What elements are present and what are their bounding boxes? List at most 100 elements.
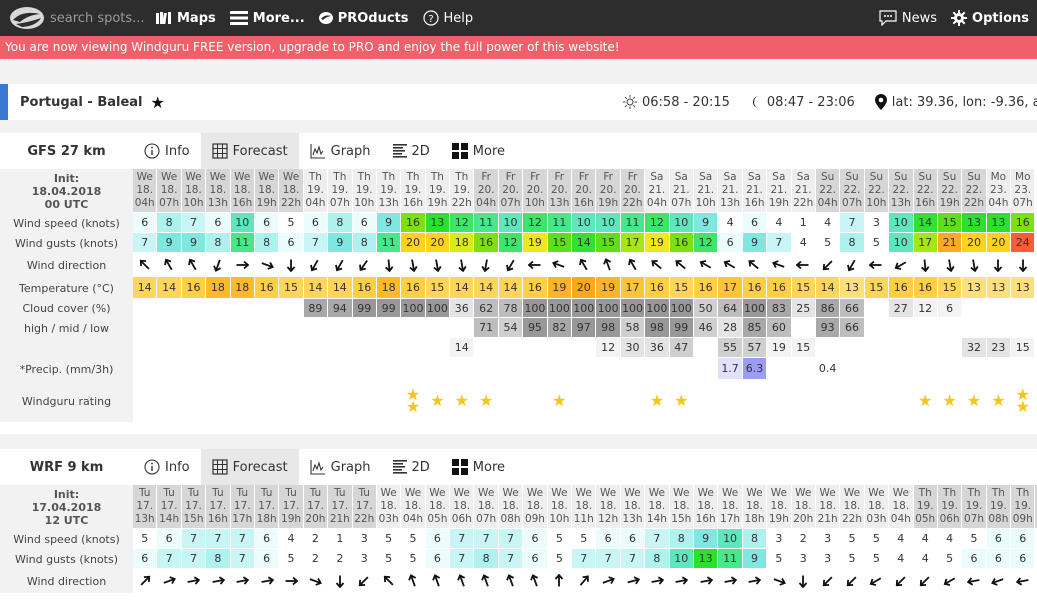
model-name[interactable]: WRF 9 km xyxy=(0,449,133,485)
nav-help[interactable]: ? Help xyxy=(422,10,473,26)
column-header: We 18. 04h xyxy=(401,485,426,529)
nav-options[interactable]: Options xyxy=(951,10,1029,26)
wind-speed-cell: 3 xyxy=(352,529,377,549)
column-header: We 18. 14h xyxy=(645,485,670,529)
precip-cell: 0.4 xyxy=(815,358,841,380)
favorite-star-icon[interactable]: ★ xyxy=(151,93,165,112)
tab-2d[interactable]: 2D xyxy=(382,449,441,485)
wind-speed-cell: 7 xyxy=(840,213,865,233)
column-header: Su 22. 10h xyxy=(864,169,890,213)
date-label: 18. xyxy=(770,500,788,512)
temperature-cell: 16 xyxy=(767,277,792,299)
tab-graph-label: Graph xyxy=(330,459,371,475)
forecast-column: Sa 21. 16h 6 9 16 100 85 57 6.3 xyxy=(742,169,768,422)
windguru-logo-icon[interactable] xyxy=(8,6,46,30)
cloud-high-cell: 64 xyxy=(718,299,743,318)
nav-maps[interactable]: Maps xyxy=(156,11,216,26)
forecast-column: We 18. 10h 5 5 xyxy=(547,485,573,593)
cloud-high-cell xyxy=(181,299,207,318)
precip-cell xyxy=(157,358,182,380)
wind-speed-cell: 7 xyxy=(474,529,499,549)
date-label: 22. xyxy=(916,184,934,196)
day-label: Sa xyxy=(650,171,664,183)
hour-label: 11h xyxy=(573,513,594,525)
cloud-high-cell: 99 xyxy=(376,299,402,318)
rating-cell xyxy=(572,380,597,422)
wind-speed-cell: 10 xyxy=(889,213,914,233)
precip-cell xyxy=(645,358,670,380)
tab-info[interactable]: Info xyxy=(133,133,201,169)
search-input[interactable]: search spots... xyxy=(50,11,145,26)
nav-more[interactable]: More... xyxy=(229,11,305,26)
wind-speed-cell: 3 xyxy=(864,213,890,233)
wind-gusts-cell: 11 xyxy=(230,233,255,253)
wind-direction-arrow-icon xyxy=(596,569,621,593)
wind-direction-arrow-icon xyxy=(840,253,865,277)
day-label: We xyxy=(136,171,153,183)
wind-direction-arrow-icon xyxy=(401,569,426,593)
init-info: Init: 18.04.2018 00 UTC xyxy=(0,169,133,213)
day-label: We xyxy=(502,487,519,499)
precip-cell xyxy=(791,358,816,380)
precip-cell xyxy=(450,358,475,380)
wind-speed-cell: 12 xyxy=(645,213,670,233)
wind-speed-cell: 6 xyxy=(742,213,768,233)
wind-direction-arrow-icon xyxy=(669,253,694,277)
tab-more[interactable]: More xyxy=(441,449,516,485)
hour-label: 18h xyxy=(256,513,277,525)
precip-cell xyxy=(962,358,987,380)
cloud-mid-cell: 93 xyxy=(815,318,841,338)
cloud-mid-cell: 60 xyxy=(767,318,792,338)
tab-2d[interactable]: 2D xyxy=(382,133,441,169)
wind-speed-cell: 6 xyxy=(620,529,646,549)
tab-info[interactable]: Info xyxy=(133,449,201,485)
wind-direction-arrow-icon xyxy=(230,569,255,593)
cloud-high-cell: 89 xyxy=(303,299,329,318)
cloud-mid-cell: 28 xyxy=(718,318,743,338)
date-label: 21. xyxy=(794,184,812,196)
precip-cell xyxy=(352,358,377,380)
column-header: We 18. 15h xyxy=(669,485,694,529)
nav-products[interactable]: PROducts xyxy=(318,11,409,26)
date-label: 20. xyxy=(477,184,495,196)
cloud-high-cell xyxy=(206,299,231,318)
init-label: Init: xyxy=(53,487,80,501)
cloud-mid-cell: 98 xyxy=(645,318,670,338)
tab-more[interactable]: More xyxy=(441,133,516,169)
wind-direction-arrow-icon xyxy=(718,569,743,593)
wind-direction-arrow-icon xyxy=(230,253,255,277)
model-name[interactable]: GFS 27 km xyxy=(0,133,133,169)
cloud-high-cell xyxy=(864,299,890,318)
upgrade-banner[interactable]: You are now viewing Windguru FREE versio… xyxy=(0,36,1037,59)
day-label: Th xyxy=(406,171,420,183)
nav-news[interactable]: News xyxy=(879,10,937,26)
wind-gusts-cell: 21 xyxy=(937,233,963,253)
date-label: 17. xyxy=(282,500,300,512)
forecast-column: We 18. 13h 6 8 18 xyxy=(206,169,231,422)
day-label: Sa xyxy=(772,171,786,183)
wind-direction-arrow-icon xyxy=(742,253,768,277)
wind-speed-cell: 5 xyxy=(572,529,597,549)
column-header: Tu 17. 17h xyxy=(230,485,255,529)
date-label: 18. xyxy=(819,500,836,512)
wind-speed-cell: 8 xyxy=(669,529,694,549)
precip-cell xyxy=(937,358,963,380)
tab-forecast[interactable]: Forecast xyxy=(200,133,299,169)
rating-cell xyxy=(376,380,402,422)
date-label: 20. xyxy=(526,184,544,196)
precip-cell: 6.3 xyxy=(742,358,768,380)
hour-label: 18h xyxy=(744,513,765,525)
tab-graph[interactable]: Graph xyxy=(299,449,382,485)
tab-graph[interactable]: Graph xyxy=(299,133,382,169)
temperature-cell: 19 xyxy=(547,277,573,299)
rating-cell: ★ xyxy=(986,380,1012,422)
date-label: 21. xyxy=(648,184,666,196)
column-header: We 18. 18h xyxy=(742,485,768,529)
rating-cell xyxy=(791,380,816,422)
column-header: We 18. 07h xyxy=(157,169,182,213)
temperature-cell: 16 xyxy=(181,277,207,299)
tab-forecast[interactable]: Forecast xyxy=(200,449,299,485)
temperature-cell: 14 xyxy=(133,277,158,299)
rating-star-icon: ★ xyxy=(649,390,665,410)
wind-speed-cell: 12 xyxy=(523,213,548,233)
